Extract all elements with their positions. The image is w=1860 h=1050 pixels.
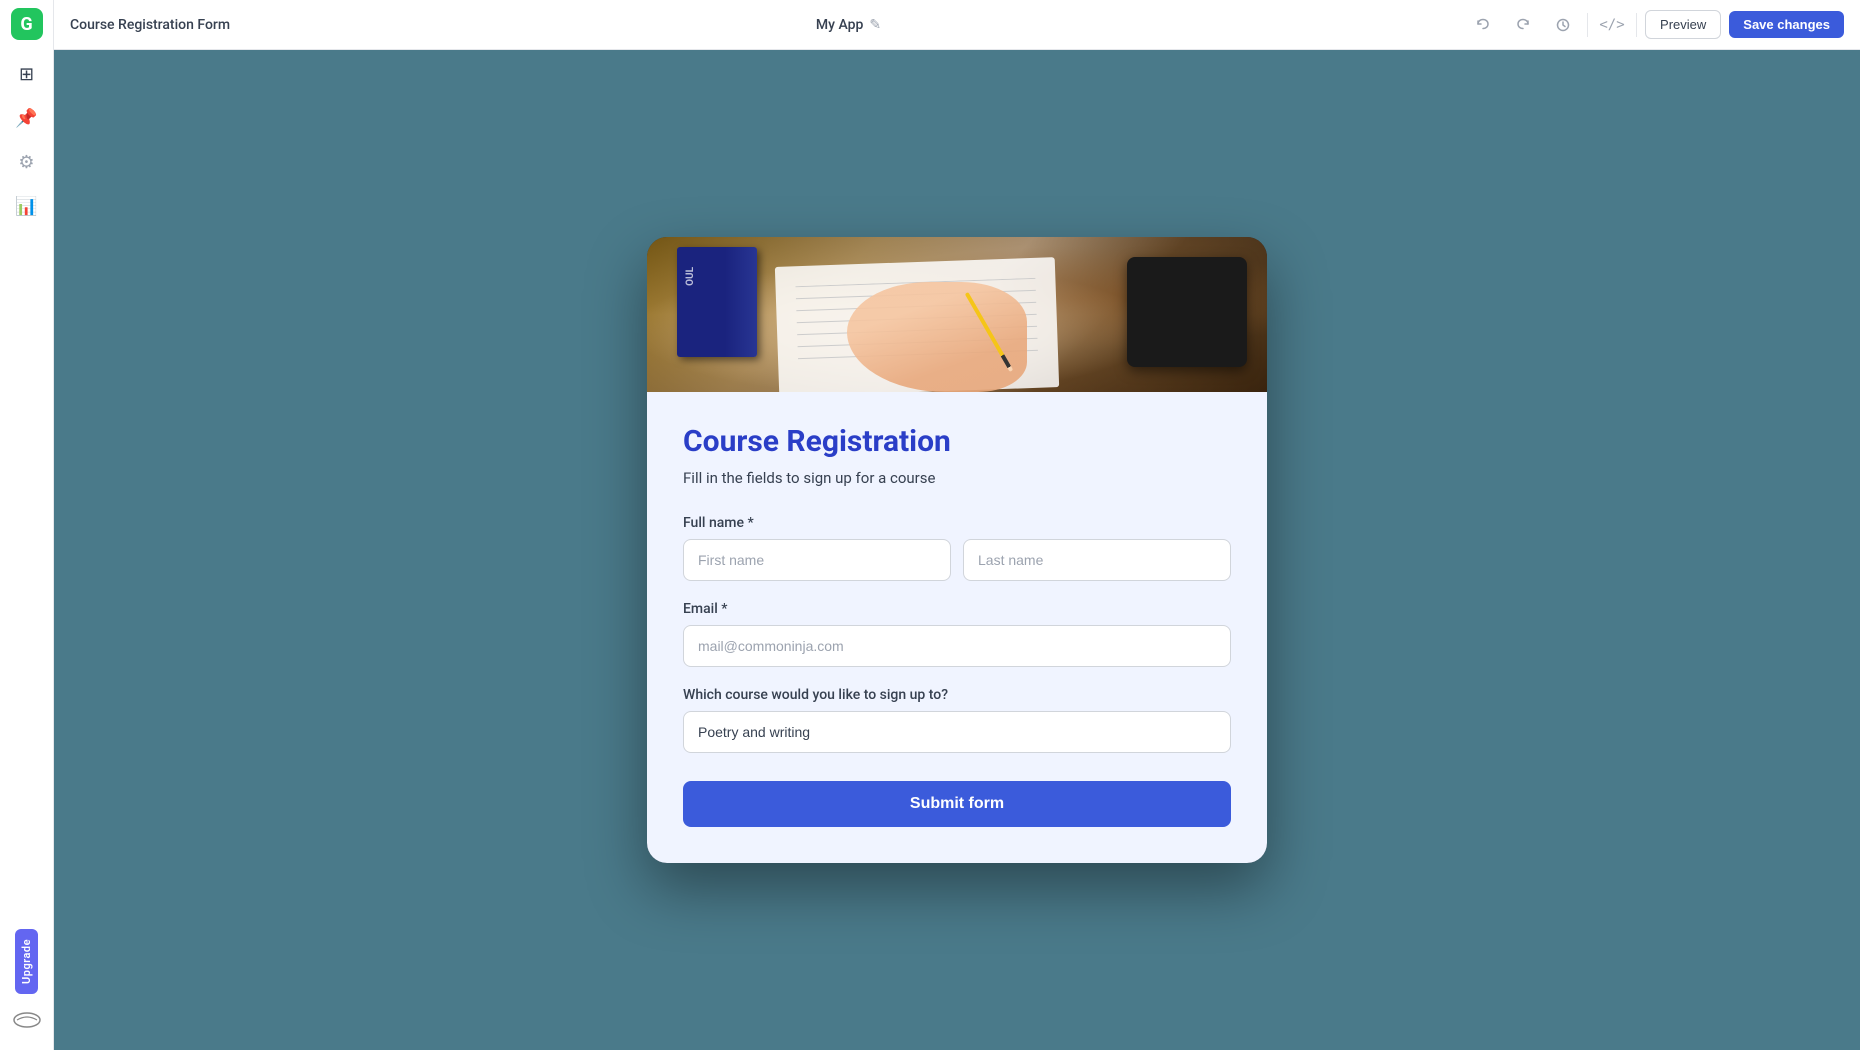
pin-icon: 📌 <box>15 108 37 129</box>
course-group: Which course would you like to sign up t… <box>683 687 1231 753</box>
topbar-divider-2 <box>1636 13 1637 37</box>
email-input[interactable] <box>683 625 1231 667</box>
settings-icon: ⚙ <box>18 152 34 173</box>
email-group: Email * <box>683 601 1231 667</box>
form-header-image <box>647 237 1267 392</box>
chart-icon: 📊 <box>15 196 37 217</box>
full-name-group: Full name * <box>683 515 1231 581</box>
dashboard-icon: ⊞ <box>19 64 34 85</box>
topbar-divider <box>1587 13 1588 37</box>
submit-button[interactable]: Submit form <box>683 781 1231 827</box>
code-button[interactable]: </> <box>1596 9 1628 41</box>
main-area: Course Registration Form My App ✎ <box>54 0 1860 1050</box>
form-title: Course Registration <box>683 424 1231 459</box>
topbar-center: My App ✎ <box>242 17 1455 33</box>
upgrade-button[interactable]: Upgrade <box>15 929 38 994</box>
canvas: Course Registration Fill in the fields t… <box>54 50 1860 1050</box>
footer-logo-icon <box>9 1002 45 1038</box>
undo-icon <box>1475 17 1491 33</box>
full-name-label: Full name * <box>683 515 1231 531</box>
edit-app-name-icon[interactable]: ✎ <box>869 17 881 33</box>
sidebar-item-chart[interactable]: 📊 <box>9 188 45 224</box>
form-body: Course Registration Fill in the fields t… <box>647 392 1267 863</box>
topbar: Course Registration Form My App ✎ <box>54 0 1860 50</box>
redo-icon <box>1515 17 1531 33</box>
code-icon: </> <box>1599 17 1624 33</box>
history-button[interactable] <box>1547 9 1579 41</box>
books-decoration <box>677 247 757 357</box>
history-icon <box>1555 17 1571 33</box>
form-card: Course Registration Fill in the fields t… <box>647 237 1267 863</box>
app-logo[interactable]: G <box>11 8 43 40</box>
name-row <box>683 539 1231 581</box>
redo-button[interactable] <box>1507 9 1539 41</box>
preview-button[interactable]: Preview <box>1645 10 1721 39</box>
app-name: My App <box>816 17 863 33</box>
last-name-input[interactable] <box>963 539 1231 581</box>
tablet-decoration <box>1127 257 1247 367</box>
course-input[interactable] <box>683 711 1231 753</box>
form-subtitle: Fill in the fields to sign up for a cour… <box>683 469 1231 487</box>
first-name-input[interactable] <box>683 539 951 581</box>
sidebar-item-dashboard[interactable]: ⊞ <box>9 56 45 92</box>
sidebar-item-pin[interactable]: 📌 <box>9 100 45 136</box>
save-button[interactable]: Save changes <box>1729 11 1844 38</box>
topbar-actions: </> Preview Save changes <box>1467 9 1844 41</box>
sidebar: G ⊞ 📌 ⚙ 📊 Upgrade <box>0 0 54 1050</box>
course-label: Which course would you like to sign up t… <box>683 687 1231 703</box>
email-label: Email * <box>683 601 1231 617</box>
sidebar-item-settings[interactable]: ⚙ <box>9 144 45 180</box>
page-title: Course Registration Form <box>70 17 230 33</box>
undo-button[interactable] <box>1467 9 1499 41</box>
